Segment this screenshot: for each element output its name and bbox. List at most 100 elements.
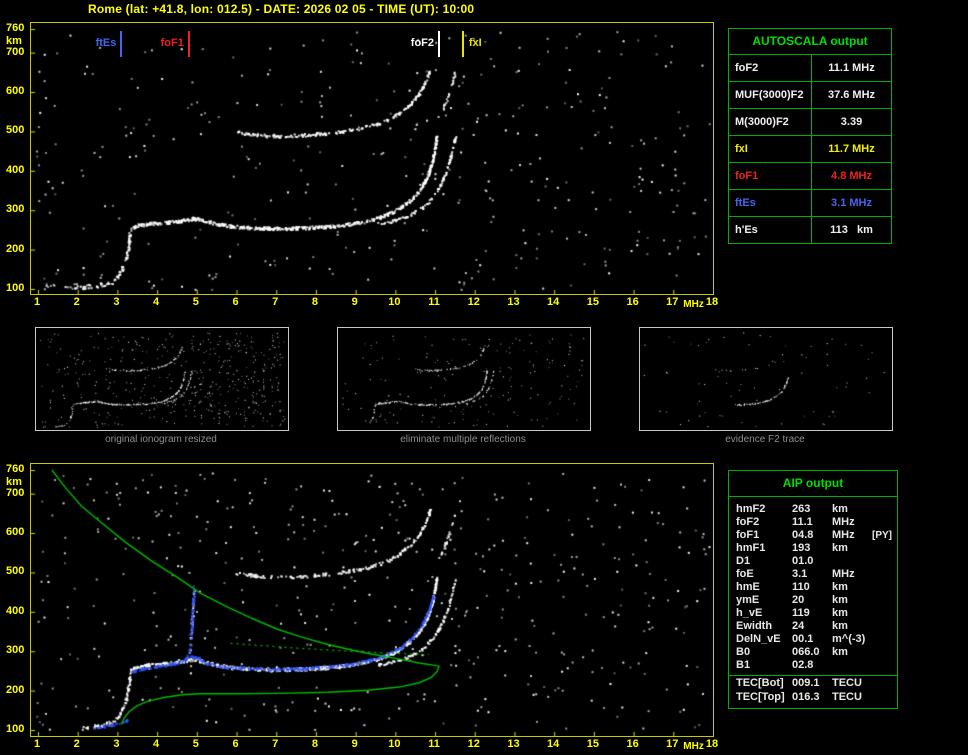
- aip-param: TEC[Top]: [736, 691, 785, 703]
- aip-unit: m^(-3): [832, 633, 866, 645]
- marker-line-ftes: [120, 31, 123, 57]
- autoscala-row-fof2: foF2 11.1 MHz: [729, 55, 891, 82]
- autoscala-param: ftEs: [729, 190, 812, 216]
- x-axis-tick-label: 16: [626, 738, 639, 750]
- aip-param: DelN_vE: [736, 633, 781, 645]
- autoscala-value: 4.8 MHz: [831, 170, 872, 182]
- autoscala-row-hes: h'Es 113 km: [729, 217, 891, 243]
- marker-label-ftes: ftEs: [95, 37, 117, 49]
- autoscala-param: h'Es: [729, 217, 812, 243]
- autoscala-row-ftes: ftEs 3.1 MHz: [729, 190, 891, 217]
- aip-unit: km: [832, 542, 848, 554]
- autoscala-param: MUF(3000)F2: [729, 82, 812, 108]
- aip-param: TEC[Bot]: [736, 677, 784, 689]
- y-axis-tick-label: 200: [6, 683, 25, 696]
- aip-extra: [872, 646, 897, 659]
- marker-line-fof2: [438, 31, 441, 57]
- scaled-ionogram-canvas: [31, 464, 713, 736]
- aip-param: ymE: [736, 594, 760, 606]
- aip-param: hmF1: [736, 542, 766, 554]
- autoscala-value: 113 km: [830, 224, 873, 236]
- autoscala-row-m3000f2: M(3000)F2 3.39: [729, 109, 891, 136]
- x-axis-tick-label: 11: [428, 738, 440, 750]
- aip-row-fof1: foF1 04.8 MHz [PY]: [729, 529, 897, 542]
- main-ionogram-plot: ftEs foF1 foF2 fxI: [30, 22, 714, 295]
- autoscala-rows: foF2 11.1 MHz MUF(3000)F2 37.6 MHz M(3000)F2…: [729, 55, 891, 243]
- autoscala-row-fxi: fxI 11.7 MHz: [729, 136, 891, 163]
- aip-value: 3.1: [792, 568, 808, 580]
- aip-extra: [872, 677, 897, 691]
- x-axis-tick-label: 14: [547, 738, 560, 750]
- scaled-ionogram-plot: [30, 463, 714, 737]
- y-axis-tick-label: 400: [6, 604, 25, 617]
- x-axis-tick-label: 4: [153, 738, 160, 750]
- y-axis-tick-label: 760: [6, 22, 25, 34]
- aip-extra: [872, 607, 897, 620]
- x-axis-tick-label: 9: [351, 296, 358, 308]
- aip-param: hmE: [736, 581, 760, 593]
- autoscala-param: foF2: [729, 55, 812, 81]
- x-axis-tick-label: 13: [507, 296, 520, 308]
- aip-value: 263: [792, 503, 811, 515]
- aip-row-delnve: DelN_vE 00.1 m^(-3): [729, 633, 897, 646]
- aip-value: 04.8: [792, 529, 814, 541]
- aip-row-yme: ymE 20 km: [729, 594, 897, 607]
- aip-value: 01.0: [792, 555, 814, 567]
- x-axis-tick-label: 16: [626, 296, 639, 308]
- x-axis-tick-label: 4: [153, 296, 160, 308]
- aip-extra: [872, 594, 897, 607]
- x-axis-unit-label: MHz: [683, 741, 704, 752]
- thumbnail-caption-original: original ionogram resized: [105, 434, 217, 445]
- autoscala-output-panel: AUTOSCALA output foF2 11.1 MHz MUF(3000)F2…: [728, 28, 892, 244]
- x-axis-tick-label: 8: [311, 738, 318, 750]
- y-axis-tick-label: 700: [6, 45, 25, 58]
- aip-unit: km: [832, 594, 848, 606]
- aip-param: B0: [736, 646, 751, 658]
- x-axis-tick-label: 12: [467, 738, 480, 750]
- aip-unit: MHz: [832, 568, 855, 580]
- y-axis-tick-label: 400: [6, 163, 25, 176]
- x-axis-unit-label: MHz: [683, 299, 704, 310]
- marker-label-fof1: foF1: [160, 37, 184, 49]
- aip-value: 11.1: [792, 516, 813, 528]
- aip-value: 00.1: [792, 633, 814, 645]
- aip-param: D1: [736, 555, 751, 567]
- aip-row-foe: foE 3.1 MHz: [729, 568, 897, 581]
- aip-row-b0: B0 066.0 km: [729, 646, 897, 659]
- thumbnail-original-ionogram: [35, 327, 289, 431]
- y-axis-tick-label: 300: [6, 644, 25, 657]
- aip-extra: [PY]: [872, 530, 892, 541]
- x-axis-tick-label: 8: [311, 296, 318, 308]
- y-axis-tick-label: 760: [6, 463, 25, 475]
- x-axis-tick-label: 7: [272, 296, 279, 308]
- y-axis-tick-label: 100: [6, 723, 25, 735]
- y-axis-tick-label: 500: [6, 565, 25, 578]
- aip-param: Ewidth: [736, 620, 773, 632]
- aip-panel-header: AIP output: [729, 471, 897, 497]
- thumbnail-eliminate-multiples: [337, 327, 591, 431]
- x-axis-tick-label: 3: [113, 738, 120, 750]
- aip-unit: [832, 659, 872, 672]
- thumbnail-original-canvas: [36, 328, 288, 430]
- x-axis-tick-label: 15: [586, 296, 599, 308]
- aip-unit: [832, 555, 872, 568]
- aip-value: 119: [792, 607, 810, 619]
- y-axis-tick-label: 500: [6, 124, 25, 137]
- autoscala-value: 37.6 MHz: [827, 89, 876, 101]
- aip-value: 20: [792, 594, 805, 606]
- y-axis-unit-label: km: [6, 476, 22, 488]
- aip-extra: [872, 581, 897, 594]
- autoscala-value: 11.1 MHz: [828, 62, 875, 74]
- x-axis-tick-label: 13: [507, 738, 520, 750]
- aip-rows: hmF2 263 km foF2 11.1 MHz foF1 04.8 MHz [PY] hmF1 1…: [729, 497, 897, 704]
- aip-extra: [872, 620, 897, 633]
- aip-extra: [872, 516, 897, 529]
- autoscala-value: 11.7 MHz: [828, 143, 875, 155]
- aip-value: 016.3: [792, 691, 820, 703]
- aip-row-d1: D1 01.0: [729, 555, 897, 568]
- x-axis-tick-label: 1: [33, 296, 41, 308]
- aip-param: foF2: [736, 516, 760, 528]
- aip-param: h_vE: [736, 607, 763, 619]
- x-axis-tick-label: 9: [351, 738, 358, 750]
- x-axis-tick-label: 6: [232, 296, 239, 308]
